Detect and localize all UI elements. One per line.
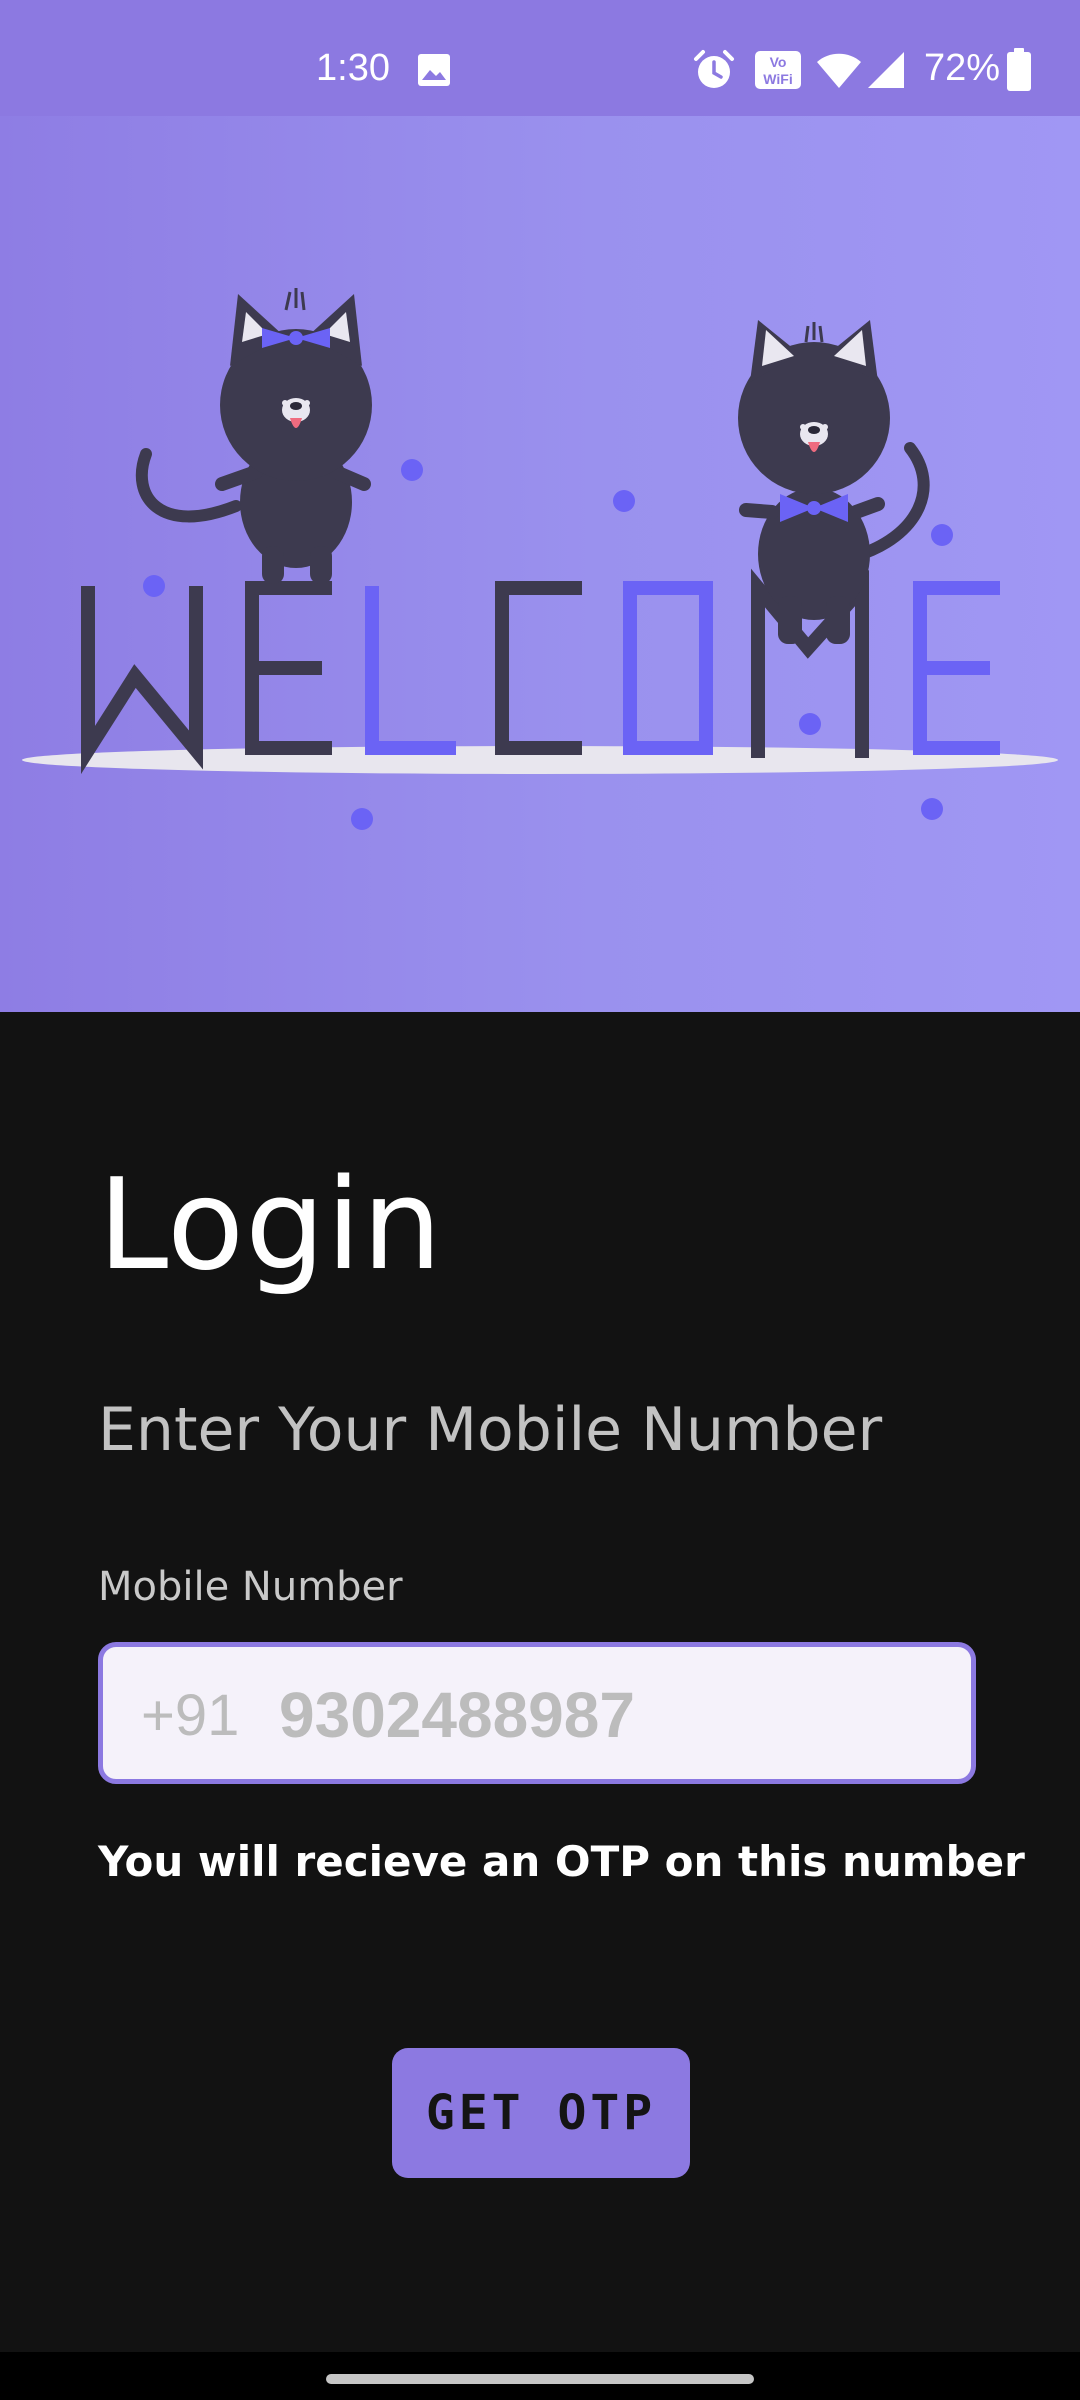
status-time: 1:30 (316, 47, 390, 89)
letter-e2 (913, 581, 1000, 755)
page-title: Login (98, 1151, 443, 1298)
otp-helper-text: You will recieve an OTP on this number (98, 1837, 1025, 1886)
mobile-number-field[interactable]: +91 (98, 1642, 976, 1784)
welcome-graphic (22, 288, 1058, 830)
letter-w (81, 586, 203, 775)
cat-left-illustration (135, 288, 372, 584)
get-otp-button[interactable]: GET OTP (392, 2048, 690, 2178)
navigation-bar (0, 2352, 1080, 2400)
mobile-number-label: Mobile Number (98, 1564, 403, 1610)
vowifi-icon: Vo WiFi (754, 50, 802, 94)
welcome-illustration (0, 116, 1080, 1012)
svg-text:WiFi: WiFi (763, 71, 792, 87)
welcome-word (81, 568, 1000, 775)
signal-icon (866, 50, 906, 94)
letter-l (365, 586, 456, 755)
letter-c (495, 581, 582, 755)
letter-o (623, 581, 713, 755)
image-icon (416, 52, 452, 92)
mobile-number-input[interactable] (279, 1675, 939, 1755)
alarm-icon (692, 48, 736, 96)
battery-percent: 72% (924, 47, 1001, 89)
home-gesture-handle[interactable] (326, 2374, 754, 2384)
wifi-icon (816, 50, 862, 94)
page-subtitle: Enter Your Mobile Number (98, 1395, 883, 1465)
battery-icon (1006, 48, 1032, 96)
country-code-prefix: +91 (141, 1683, 240, 1748)
svg-text:Vo: Vo (770, 54, 787, 70)
status-bar: 1:30 Vo WiFi 72% (0, 0, 1080, 116)
letter-e (245, 581, 332, 755)
